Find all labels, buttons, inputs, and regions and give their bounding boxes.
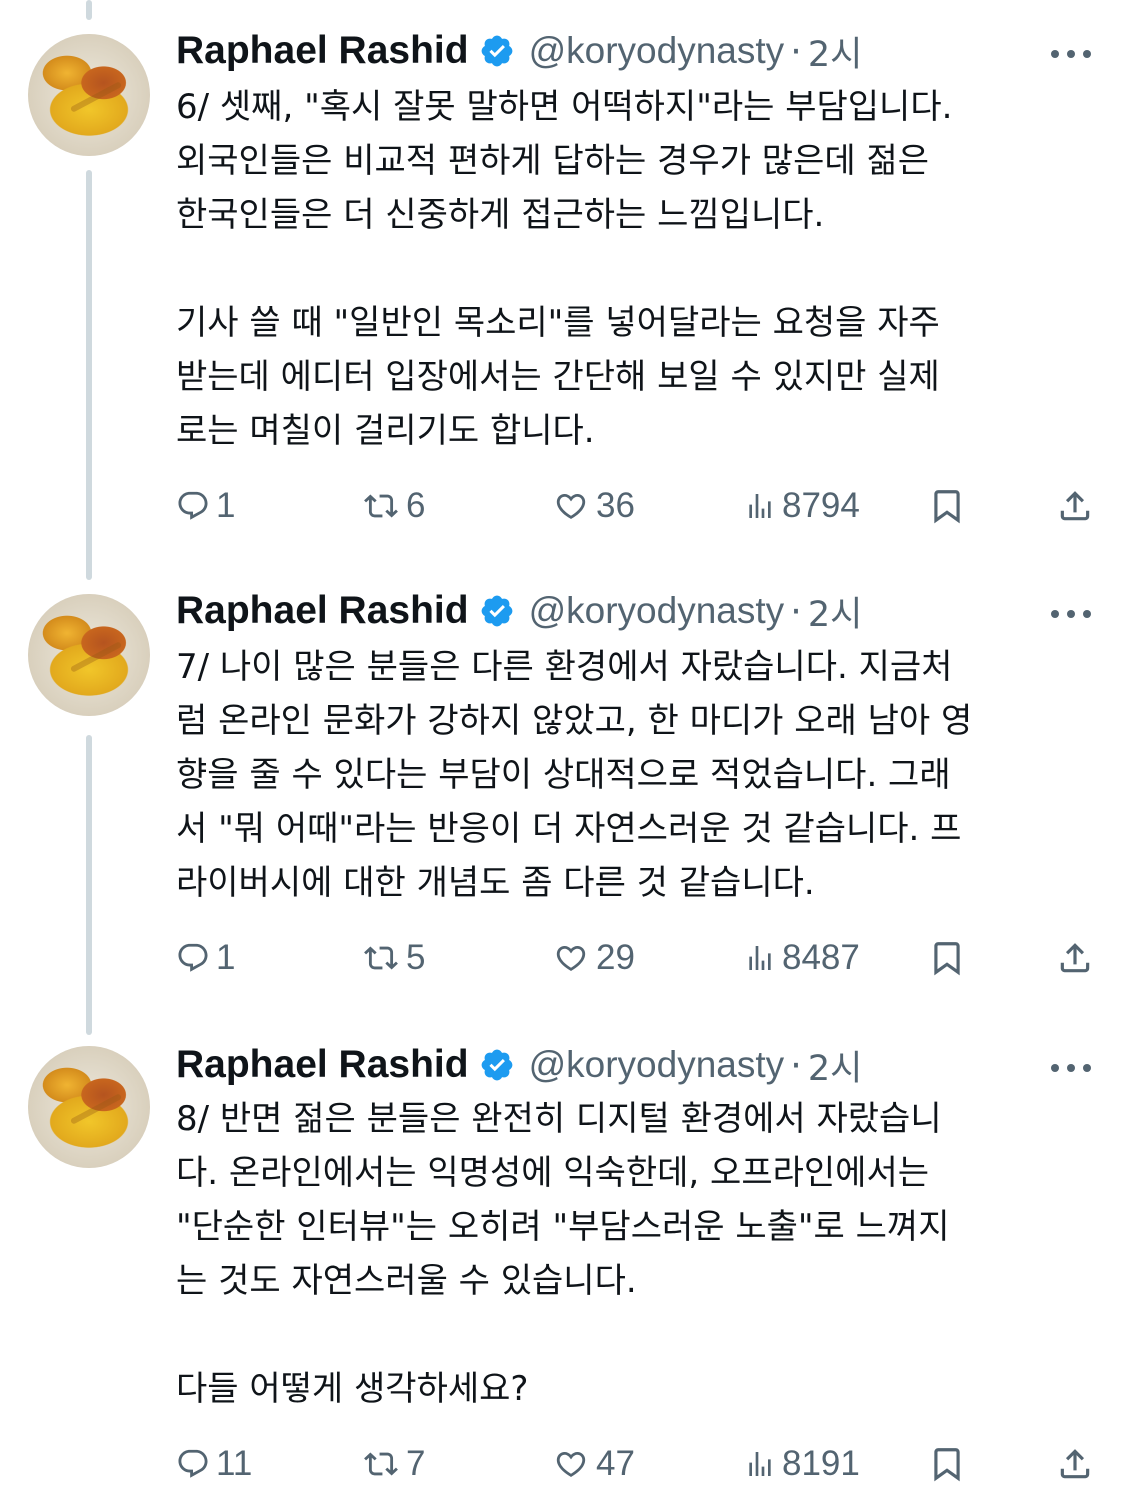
like-icon (552, 941, 590, 975)
like-icon (552, 489, 590, 523)
timestamp[interactable]: 2시 (808, 586, 862, 637)
share-icon (1056, 939, 1094, 977)
avatar[interactable] (28, 1046, 150, 1168)
like-icon (552, 1447, 590, 1481)
avatar[interactable] (28, 594, 150, 716)
author-handle[interactable]: @koryodynasty (529, 1044, 785, 1086)
like-count: 29 (596, 938, 635, 977)
like-count: 47 (596, 1444, 635, 1483)
action-bar: 1 6 36 8794 (0, 478, 1125, 534)
tweet-text-line (176, 1308, 1076, 1362)
bookmark-button[interactable] (928, 930, 966, 986)
reply-button[interactable]: 1 (176, 930, 235, 986)
views-count: 8487 (782, 938, 860, 977)
reply-icon (176, 1447, 210, 1481)
tweet-text-line: 한국인들은 더 신중하게 접근하는 느낌입니다. (176, 195, 825, 235)
tweet-text-line: 로는 며칠이 걸리기도 합니다. (176, 411, 595, 451)
tweet-header: Raphael Rashid @koryodynasty · 2시 (176, 26, 862, 76)
like-button[interactable]: 29 (552, 930, 635, 986)
tweet-text: 8/ 반면 젊은 분들은 완전히 디지털 환경에서 자랐습니 다. 온라인에서는… (176, 1092, 1076, 1416)
reply-button[interactable]: 1 (176, 478, 235, 534)
timestamp[interactable]: 2시 (808, 26, 862, 77)
reply-count: 11 (216, 1444, 253, 1483)
share-button[interactable] (1056, 478, 1094, 534)
repost-button[interactable]: 7 (362, 1436, 425, 1492)
tweet-text-line (176, 242, 1076, 296)
tweet-text-line: 향을 줄 수 있다는 부담이 상대적으로 적었습니다. 그래 (176, 755, 951, 795)
views-button[interactable]: 8794 (744, 478, 860, 534)
verified-badge-icon (479, 33, 515, 69)
tweet-header: Raphael Rashid @koryodynasty · 2시 (176, 1040, 862, 1090)
views-icon (744, 489, 776, 523)
repost-icon (362, 1447, 400, 1481)
bookmark-button[interactable] (928, 478, 966, 534)
tweet-text-line: 받는데 에디터 입장에서는 간단해 보일 수 있지만 실제 (176, 357, 940, 397)
reply-count: 1 (216, 486, 236, 525)
more-icon[interactable] (1048, 46, 1094, 60)
tweet[interactable]: Raphael Rashid @koryodynasty · 2시 7/ 나이 … (0, 560, 1125, 1030)
like-count: 36 (596, 486, 635, 525)
tweet[interactable]: Raphael Rashid @koryodynasty · 2시 8/ 반면 … (0, 1012, 1125, 1504)
repost-count: 6 (406, 486, 426, 525)
author-handle[interactable]: @koryodynasty (529, 30, 785, 72)
separator-dot: · (790, 29, 802, 73)
reply-icon (176, 941, 210, 975)
views-button[interactable]: 8487 (744, 930, 860, 986)
repost-icon (362, 941, 400, 975)
views-icon (744, 1447, 776, 1481)
verified-badge-icon (479, 593, 515, 629)
author-name[interactable]: Raphael Rashid (176, 1043, 469, 1087)
tweet-text-line: 7/ 나이 많은 분들은 다른 환경에서 자랐습니다. 지금처 (176, 647, 953, 687)
avatar[interactable] (28, 34, 150, 156)
tweet-text-line: 8/ 반면 젊은 분들은 완전히 디지털 환경에서 자랐습니 (176, 1099, 942, 1139)
action-bar: 1 5 29 8487 (0, 930, 1125, 986)
bookmark-icon (928, 487, 966, 525)
tweet-text-line: 서 "뭐 어때"라는 반응이 더 자연스러운 것 같습니다. 프 (176, 809, 962, 849)
verified-badge-icon (479, 1047, 515, 1083)
views-count: 8191 (782, 1444, 860, 1483)
tweet-text-line: 라이버시에 대한 개념도 좀 다른 것 같습니다. (176, 863, 815, 903)
reply-button[interactable]: 11 (176, 1436, 252, 1492)
tweet-text-line: 다들 어떻게 생각하세요? (176, 1369, 529, 1409)
bookmark-button[interactable] (928, 1436, 966, 1492)
reply-count: 1 (216, 938, 236, 977)
bookmark-icon (928, 1445, 966, 1483)
tweet-text-line: 다. 온라인에서는 익명성에 익숙한데, 오프라인에서는 (176, 1153, 930, 1193)
tweet-text: 6/ 셋째, "혹시 잘못 말하면 어떡하지"라는 부담입니다. 외국인들은 비… (176, 80, 1076, 458)
like-button[interactable]: 36 (552, 478, 635, 534)
tweet-text-line: 6/ 셋째, "혹시 잘못 말하면 어떡하지"라는 부담입니다. (176, 87, 953, 127)
tweet[interactable]: Raphael Rashid @koryodynasty · 2시 6/ 셋째,… (0, 0, 1125, 560)
share-icon (1056, 1445, 1094, 1483)
author-name[interactable]: Raphael Rashid (176, 589, 469, 633)
share-button[interactable] (1056, 930, 1094, 986)
views-count: 8794 (782, 486, 860, 525)
tweet-text-line: 기사 쓸 때 "일반인 목소리"를 넣어달라는 요청을 자주 (176, 303, 940, 343)
more-icon[interactable] (1048, 1060, 1094, 1074)
like-button[interactable]: 47 (552, 1436, 635, 1492)
tweet-text-line: 럼 온라인 문화가 강하지 않았고, 한 마디가 오래 남아 영 (176, 701, 973, 741)
author-name[interactable]: Raphael Rashid (176, 29, 469, 73)
tweet-text-line: 는 것도 자연스러울 수 있습니다. (176, 1261, 637, 1301)
repost-count: 7 (406, 1444, 426, 1483)
reply-icon (176, 489, 210, 523)
repost-count: 5 (406, 938, 426, 977)
author-handle[interactable]: @koryodynasty (529, 590, 785, 632)
repost-button[interactable]: 6 (362, 478, 425, 534)
repost-button[interactable]: 5 (362, 930, 425, 986)
views-button[interactable]: 8191 (744, 1436, 860, 1492)
repost-icon (362, 489, 400, 523)
more-icon[interactable] (1048, 606, 1094, 620)
bookmark-icon (928, 939, 966, 977)
views-icon (744, 941, 776, 975)
tweet-text: 7/ 나이 많은 분들은 다른 환경에서 자랐습니다. 지금처 럼 온라인 문화… (176, 640, 1076, 910)
timestamp[interactable]: 2시 (808, 1040, 862, 1091)
separator-dot: · (790, 589, 802, 633)
tweet-text-line: 외국인들은 비교적 편하게 답하는 경우가 많은데 젊은 (176, 141, 930, 181)
tweet-text-line: "단순한 인터뷰"는 오히려 "부담스러운 노출"로 느껴지 (176, 1207, 950, 1247)
separator-dot: · (790, 1043, 802, 1087)
share-button[interactable] (1056, 1436, 1094, 1492)
share-icon (1056, 487, 1094, 525)
tweet-header: Raphael Rashid @koryodynasty · 2시 (176, 586, 862, 636)
action-bar: 11 7 47 8191 (0, 1436, 1125, 1492)
